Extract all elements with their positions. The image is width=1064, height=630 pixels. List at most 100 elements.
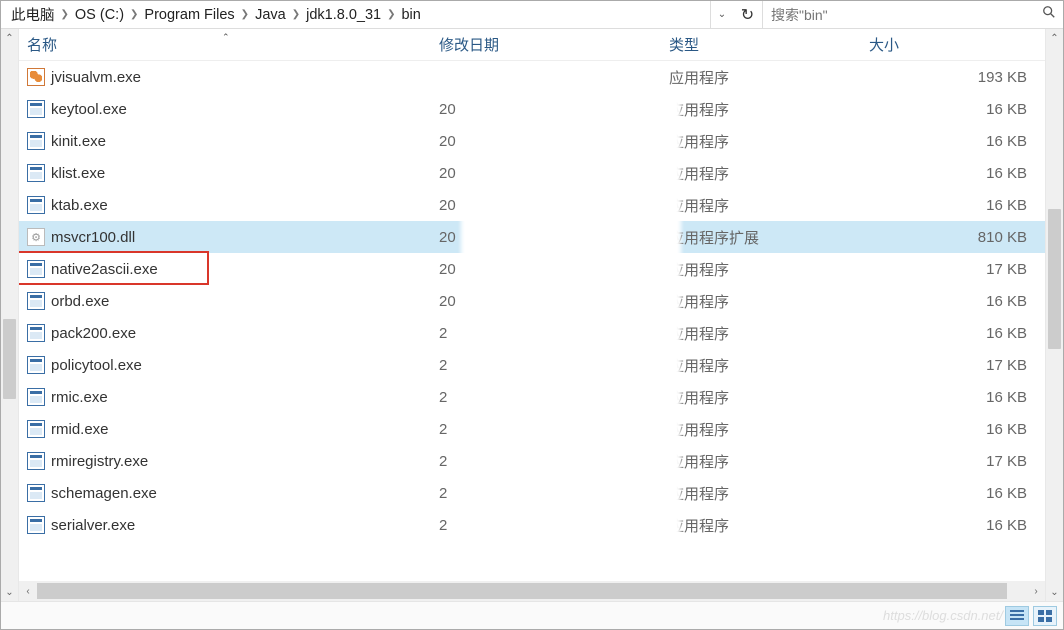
breadcrumb-item[interactable]: OS (C:) <box>71 7 128 23</box>
file-size: 16 KB <box>869 165 1045 182</box>
file-type: 应用程序 <box>669 451 869 472</box>
file-size: 16 KB <box>869 293 1045 310</box>
file-size: 16 KB <box>869 325 1045 342</box>
chevron-right-icon: ❯ <box>59 9 71 20</box>
view-icons-button[interactable] <box>1033 606 1057 626</box>
file-type: 应用程序 <box>669 515 869 536</box>
exe-file-icon <box>27 292 45 310</box>
file-size: 16 KB <box>869 421 1045 438</box>
file-size: 17 KB <box>869 453 1045 470</box>
exe-file-icon <box>27 420 45 438</box>
status-bar: https://blog.csdn.net/ <box>1 601 1063 629</box>
scroll-left-icon[interactable]: ‹ <box>19 581 37 601</box>
file-size: 16 KB <box>869 197 1045 214</box>
exe-file-icon <box>27 132 45 150</box>
exe-file-icon <box>27 516 45 534</box>
scroll-down-icon[interactable]: ⌄ <box>1046 583 1063 601</box>
list-scrollbar[interactable]: ⌃ ⌄ <box>1045 29 1063 601</box>
scroll-thumb[interactable] <box>3 319 16 399</box>
breadcrumb[interactable]: 此电脑❯OS (C:)❯Program Files❯Java❯jdk1.8.0_… <box>1 1 711 28</box>
file-type: 应用程序 <box>669 67 869 88</box>
file-name: rmiregistry.exe <box>51 453 439 470</box>
breadcrumb-item[interactable]: 此电脑 <box>7 4 59 25</box>
file-size: 16 KB <box>869 389 1045 406</box>
scroll-right-icon[interactable]: › <box>1027 581 1045 601</box>
file-name: klist.exe <box>51 165 439 182</box>
horizontal-scrollbar[interactable]: ‹ › <box>37 581 1027 601</box>
file-type: 应用程序 <box>669 291 869 312</box>
file-type: 应用程序 <box>669 323 869 344</box>
dll-file-icon <box>27 228 45 246</box>
scroll-down-icon[interactable]: ⌄ <box>1 583 18 601</box>
file-name: schemagen.exe <box>51 485 439 502</box>
file-type: 应用程序 <box>669 195 869 216</box>
file-type: 应用程序 <box>669 355 869 376</box>
file-size: 193 KB <box>869 69 1045 86</box>
breadcrumb-item[interactable]: jdk1.8.0_31 <box>302 7 385 23</box>
file-name: kinit.exe <box>51 133 439 150</box>
exe-file-icon <box>27 164 45 182</box>
file-name: jvisualvm.exe <box>51 69 439 86</box>
hscroll-thumb[interactable] <box>37 583 1007 599</box>
exe-file-icon <box>27 324 45 342</box>
nav-scrollbar[interactable]: ⌃ ⌄ <box>1 29 19 601</box>
search-icon[interactable] <box>1035 5 1063 24</box>
file-size: 17 KB <box>869 261 1045 278</box>
exe-file-icon <box>27 452 45 470</box>
file-type: 应用程序 <box>669 483 869 504</box>
file-name: rmid.exe <box>51 421 439 438</box>
chevron-right-icon: ❯ <box>385 9 397 20</box>
file-type: 应用程序 <box>669 259 869 280</box>
column-size[interactable]: 大小 <box>869 34 1045 55</box>
scroll-thumb[interactable] <box>1048 209 1061 349</box>
file-name: orbd.exe <box>51 293 439 310</box>
file-size: 17 KB <box>869 357 1045 374</box>
watermark-text: https://blog.csdn.net/ <box>883 608 1003 623</box>
scroll-up-icon[interactable]: ⌃ <box>1046 29 1063 47</box>
exe-file-icon <box>27 388 45 406</box>
file-name: ktab.exe <box>51 197 439 214</box>
scroll-up-icon[interactable]: ⌃ <box>1 29 18 47</box>
blur-overlay <box>461 86 681 566</box>
breadcrumb-item[interactable]: bin <box>397 7 424 23</box>
file-size: 16 KB <box>869 485 1045 502</box>
exe-file-icon <box>27 100 45 118</box>
file-type: 应用程序扩展 <box>669 227 869 248</box>
column-name[interactable]: 名称 ⌃ <box>27 34 439 55</box>
chevron-right-icon: ❯ <box>290 9 302 20</box>
refresh-button[interactable]: ↻ <box>733 1 763 28</box>
view-details-button[interactable] <box>1005 606 1029 626</box>
exe-file-icon <box>27 484 45 502</box>
file-type: 应用程序 <box>669 387 869 408</box>
chevron-right-icon: ❯ <box>239 9 251 20</box>
column-date[interactable]: 修改日期 <box>439 34 669 55</box>
column-name-label: 名称 <box>27 37 57 54</box>
sort-indicator-icon: ⌃ <box>222 32 230 43</box>
file-type: 应用程序 <box>669 163 869 184</box>
file-name: msvcr100.dll <box>51 229 439 246</box>
file-name: native2ascii.exe <box>51 261 439 278</box>
file-name: policytool.exe <box>51 357 439 374</box>
chevron-right-icon: ❯ <box>128 9 140 20</box>
exe-file-icon <box>27 260 45 278</box>
search-box <box>763 1 1063 28</box>
file-type: 应用程序 <box>669 99 869 120</box>
column-headers: 名称 ⌃ 修改日期 类型 大小 <box>19 29 1045 61</box>
file-name: pack200.exe <box>51 325 439 342</box>
file-size: 16 KB <box>869 133 1045 150</box>
file-type: 应用程序 <box>669 419 869 440</box>
file-name: keytool.exe <box>51 101 439 118</box>
file-size: 16 KB <box>869 101 1045 118</box>
file-size: 16 KB <box>869 517 1045 534</box>
breadcrumb-item[interactable]: Program Files <box>140 7 238 23</box>
file-name: rmic.exe <box>51 389 439 406</box>
file-name: serialver.exe <box>51 517 439 534</box>
exe-file-icon <box>27 356 45 374</box>
column-type[interactable]: 类型 <box>669 34 869 55</box>
address-dropdown-icon[interactable]: ⌄ <box>711 9 733 20</box>
file-type: 应用程序 <box>669 131 869 152</box>
exe-file-icon <box>27 196 45 214</box>
jvisualvm-icon <box>27 68 45 86</box>
search-input[interactable] <box>763 7 1035 23</box>
breadcrumb-item[interactable]: Java <box>251 7 290 23</box>
